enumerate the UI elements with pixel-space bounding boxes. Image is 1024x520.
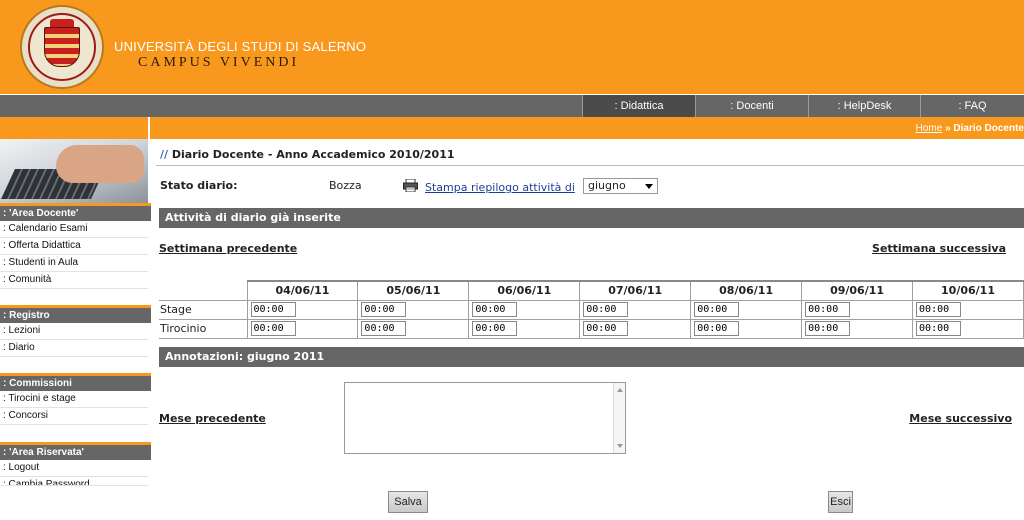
breadcrumb-bar [150, 117, 1024, 139]
date-header: 08/06/11 [690, 280, 803, 301]
date-header: 06/06/11 [468, 280, 581, 301]
annotations-textarea[interactable] [344, 382, 626, 454]
textarea-scrollbar[interactable] [613, 383, 625, 453]
next-week-link[interactable]: Settimana successiva [872, 242, 1006, 255]
section-inserted-activities: Attività di diario già inserite [159, 208, 1024, 228]
prev-month-link[interactable]: Mese precedente [159, 412, 266, 425]
sidebar-item-comunita[interactable]: : Comunità [0, 272, 148, 289]
stage-hours-input[interactable] [583, 302, 629, 317]
sidebar-item-offerta-didattica[interactable]: : Offerta Didattica [0, 238, 148, 255]
row-label-stage: Stage [159, 299, 248, 320]
month-select-value: giugno [588, 179, 626, 192]
campus-motto: CAMPUS VIVENDI [138, 55, 300, 70]
sidebar-top-strip [0, 117, 148, 139]
month-select[interactable]: giugno [583, 178, 658, 194]
stato-diario-label: Stato diario: [160, 179, 238, 192]
page-title: // Diario Docente - Anno Accademico 2010… [160, 148, 455, 161]
tirocinio-hours-input[interactable] [916, 321, 962, 336]
date-header: 07/06/11 [579, 280, 692, 301]
sidebar-section-area-riservata: : 'Area Riservata' [0, 442, 151, 460]
scroll-up-icon[interactable] [617, 388, 623, 392]
date-header: 10/06/11 [912, 280, 1024, 301]
week-activity-table: 04/06/11 05/06/11 06/06/11 07/06/11 08/0… [159, 280, 1024, 339]
breadcrumb-home-link[interactable]: Home [916, 123, 943, 134]
tirocinio-hours-input[interactable] [472, 321, 518, 336]
top-navigation: : Didattica : Docenti : HelpDesk : FAQ [0, 94, 1024, 117]
page-title-text: Diario Docente - Anno Accademico 2010/20… [171, 148, 455, 161]
date-header: 09/06/11 [801, 280, 914, 301]
nav-helpdesk[interactable]: : HelpDesk [808, 95, 920, 117]
print-summary-link[interactable]: Stampa riepilogo attività di [425, 181, 575, 194]
scroll-down-icon[interactable] [617, 444, 623, 448]
printer-icon[interactable] [403, 179, 418, 192]
main-content: // Diario Docente - Anno Accademico 2010… [150, 139, 1024, 520]
tirocinio-hours-input[interactable] [694, 321, 740, 336]
sidebar-item-calendario-esami[interactable]: : Calendario Esami [0, 221, 148, 238]
nav-docenti[interactable]: : Docenti [695, 95, 808, 117]
stage-hours-input[interactable] [250, 302, 296, 317]
save-button[interactable]: Salva [388, 491, 428, 513]
title-slashes: // [160, 148, 169, 161]
section-annotations: Annotazioni: giugno 2011 [159, 347, 1024, 367]
sidebar-item-studenti-in-aula[interactable]: : Studenti in Aula [0, 255, 148, 272]
next-month-link[interactable]: Mese successivo [909, 412, 1012, 425]
breadcrumb-current: Diario Docente [953, 123, 1024, 134]
sidebar-section-area-docente: : 'Area Docente' [0, 203, 151, 221]
site-header: UNIVERSITÀ DEGLI STUDI DI SALERNO CAMPUS… [0, 0, 1024, 94]
exit-button[interactable]: Esci [828, 491, 853, 513]
sidebar: : 'Area Docente' : Calendario Esami : Of… [0, 139, 151, 520]
sidebar-item-lezioni[interactable]: : Lezioni [0, 323, 148, 340]
university-name: UNIVERSITÀ DEGLI STUDI DI SALERNO [114, 39, 367, 54]
sidebar-item-concorsi[interactable]: : Concorsi [0, 408, 148, 425]
title-divider [156, 165, 1024, 166]
sidebar-item-tirocini-stage[interactable]: : Tirocini e stage [0, 391, 148, 408]
date-header: 04/06/11 [246, 280, 359, 301]
tirocinio-hours-input[interactable] [583, 321, 629, 336]
table-corner [159, 281, 247, 301]
stage-hours-input[interactable] [694, 302, 740, 317]
stage-hours-input[interactable] [916, 302, 962, 317]
tirocinio-hours-input[interactable] [250, 321, 296, 336]
keyboard-photo [0, 139, 148, 203]
nav-didattica[interactable]: : Didattica [582, 95, 695, 117]
row-label-tirocinio: Tirocinio [159, 318, 248, 339]
typing-hands [56, 145, 144, 183]
sidebar-item-diario[interactable]: : Diario [0, 340, 148, 357]
breadcrumb: Home » Diario Docente [916, 123, 1024, 134]
stage-hours-input[interactable] [472, 302, 518, 317]
table-row: Stage [159, 299, 1024, 320]
stato-diario-value: Bozza [329, 179, 362, 192]
table-row: Tirocinio [159, 318, 1024, 339]
tirocinio-hours-input[interactable] [805, 321, 851, 336]
stage-hours-input[interactable] [805, 302, 851, 317]
nav-faq[interactable]: : FAQ [920, 95, 1024, 117]
sidebar-item-cambia-password[interactable]: : Cambia Password [0, 477, 148, 486]
sidebar-item-logout[interactable]: : Logout [0, 460, 148, 477]
university-seal-logo [20, 5, 104, 89]
chevron-down-icon [645, 184, 653, 189]
date-header: 05/06/11 [357, 280, 470, 301]
breadcrumb-separator: » [942, 123, 954, 134]
prev-week-link[interactable]: Settimana precedente [159, 242, 297, 255]
seal-shield [44, 27, 80, 67]
sidebar-section-registro: : Registro [0, 305, 151, 323]
stage-hours-input[interactable] [361, 302, 407, 317]
tirocinio-hours-input[interactable] [361, 321, 407, 336]
sidebar-section-commissioni: : Commissioni [0, 373, 151, 391]
